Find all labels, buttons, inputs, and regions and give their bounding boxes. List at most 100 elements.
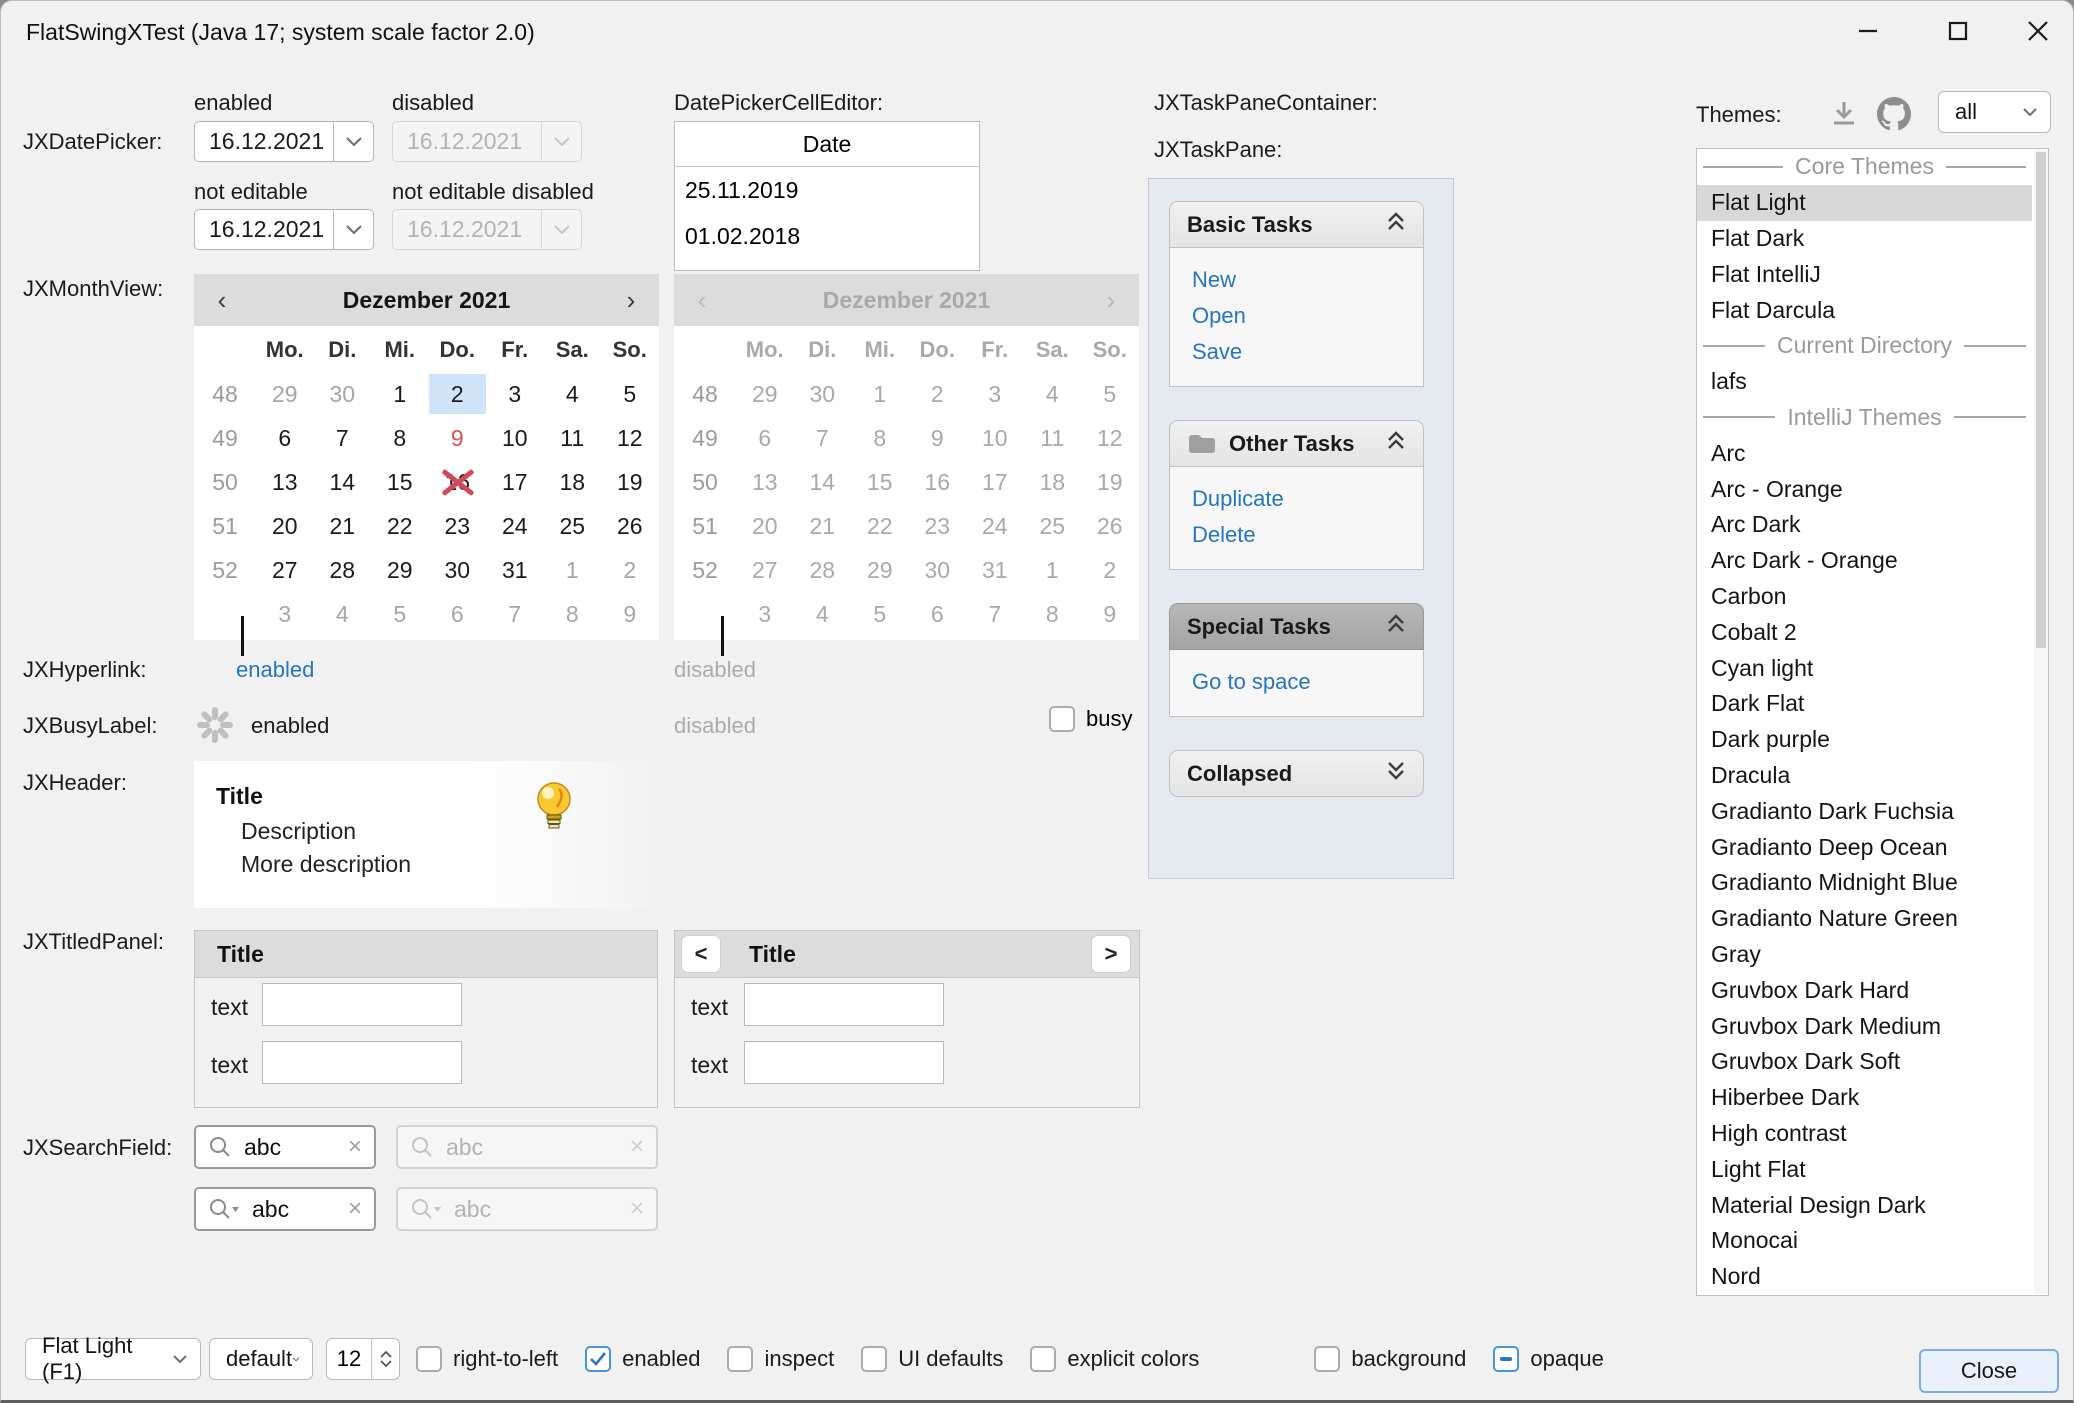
theme-list-item[interactable]: Flat Light — [1697, 185, 2032, 221]
theme-list-item[interactable]: Gradianto Midnight Blue — [1697, 865, 2032, 901]
theme-list-item[interactable]: Gradianto Dark Fuchsia — [1697, 793, 2032, 829]
calendar-day-cell[interactable]: 14 — [314, 462, 372, 502]
datepicker-enabled[interactable]: 16.12.2021 — [194, 121, 374, 162]
monthview-enabled[interactable]: ‹Dezember 2021›Mo.Di.Mi.Do.Fr.Sa.So.4829… — [194, 274, 659, 640]
previous-month-button[interactable]: ‹ — [194, 285, 250, 316]
theme-list-item[interactable]: Cyan light — [1697, 650, 2032, 686]
calendar-day-cell[interactable]: 30 — [314, 374, 372, 414]
theme-list-item[interactable]: Arc Dark — [1697, 507, 2032, 543]
checkbox-right-to-left[interactable]: right-to-left — [416, 1346, 558, 1372]
font-size-value[interactable]: 12 — [327, 1339, 371, 1379]
theme-list-item[interactable]: Carbon — [1697, 579, 2032, 615]
calendar-day-cell[interactable]: 5 — [371, 594, 429, 634]
titled-panel-text-input[interactable] — [262, 1041, 462, 1084]
calendar-day-cell[interactable]: 25 — [544, 506, 602, 546]
calendar-day-cell[interactable]: 7 — [486, 594, 544, 634]
theme-list-item[interactable]: Material Design Dark — [1697, 1187, 2032, 1223]
calendar-day-cell[interactable]: 22 — [371, 506, 429, 546]
search-menu-icon[interactable] — [208, 1197, 240, 1221]
datepicker-not-editable[interactable]: 16.12.2021 — [194, 209, 374, 250]
checkbox-background[interactable]: background — [1314, 1346, 1466, 1372]
calendar-day-cell[interactable]: 19 — [601, 462, 659, 502]
datepicker-enabled-value[interactable]: 16.12.2021 — [195, 128, 333, 155]
calendar-day-cell[interactable]: 8 — [371, 418, 429, 458]
titled-panel-prev-button[interactable]: < — [681, 935, 721, 973]
checkbox-box[interactable] — [727, 1346, 753, 1372]
calendar-day-cell[interactable]: 28 — [314, 550, 372, 590]
calendar-day-cell[interactable]: 4 — [314, 594, 372, 634]
close-button[interactable]: Close — [1919, 1349, 2059, 1393]
theme-list-item[interactable]: Gruvbox Dark Soft — [1697, 1044, 2032, 1080]
theme-list[interactable]: Core ThemesFlat LightFlat DarkFlat Intel… — [1696, 148, 2049, 1296]
theme-list-item[interactable]: Dark Flat — [1697, 686, 2032, 722]
titled-panel-text-input[interactable] — [262, 983, 462, 1026]
calendar-day-cell[interactable]: 29 — [371, 550, 429, 590]
calendar-day-cell[interactable]: 10 — [486, 418, 544, 458]
calendar-day-cell[interactable]: 5 — [601, 374, 659, 414]
task-link[interactable]: Go to space — [1192, 664, 1423, 700]
calendar-day-cell[interactable]: 27 — [256, 550, 314, 590]
checkbox-box[interactable] — [416, 1346, 442, 1372]
task-link[interactable]: Duplicate — [1192, 481, 1423, 517]
titled-panel-next-button[interactable]: > — [1091, 935, 1131, 973]
calendar-day-cell[interactable]: 18 — [544, 462, 602, 502]
calendar-day-cell[interactable]: 2 — [429, 374, 487, 414]
minimize-button[interactable] — [1837, 9, 1899, 53]
task-link[interactable]: Delete — [1192, 517, 1423, 553]
theme-list-item[interactable]: Nord — [1697, 1259, 2032, 1295]
calendar-day-cell[interactable]: 29 — [256, 374, 314, 414]
themes-filter-combo[interactable]: all — [1938, 91, 2051, 133]
calendar-day-cell[interactable]: 17 — [486, 462, 544, 502]
checkbox-explicit-colors[interactable]: explicit colors — [1030, 1346, 1199, 1372]
calendar-day-cell[interactable]: 9 — [601, 594, 659, 634]
calendar-day-cell[interactable]: 7 — [314, 418, 372, 458]
theme-list-item[interactable]: Dark purple — [1697, 722, 2032, 758]
calendar-day-cell[interactable]: 11 — [544, 418, 602, 458]
maximize-button[interactable] — [1927, 9, 1989, 53]
scrollbar-track[interactable] — [2034, 150, 2048, 1294]
calendar-day-cell[interactable]: 3 — [256, 594, 314, 634]
titled-panel-text-input[interactable] — [744, 983, 944, 1026]
calendar-day-cell[interactable]: 23 — [429, 506, 487, 546]
calendar-day-cell[interactable]: 31 — [486, 550, 544, 590]
checkbox-box[interactable] — [1493, 1346, 1519, 1372]
task-link[interactable]: Open — [1192, 298, 1423, 334]
calendar-day-cell[interactable]: 12 — [601, 418, 659, 458]
datepicker-enabled-dropdown-button[interactable] — [333, 122, 373, 161]
title-bar[interactable]: FlatSwingXTest (Java 17; system scale fa… — [1, 1, 2073, 61]
laf-combo[interactable]: Flat Light (F1) — [25, 1338, 201, 1380]
theme-list-item[interactable]: Gradianto Nature Green — [1697, 901, 2032, 937]
theme-list-item[interactable]: lafs — [1697, 364, 2032, 400]
taskpane-header[interactable]: Other Tasks — [1169, 420, 1424, 467]
search-field-enabled[interactable]: abc × — [194, 1125, 376, 1169]
checkbox-box[interactable] — [1314, 1346, 1340, 1372]
checkbox-enabled[interactable]: enabled — [585, 1346, 700, 1372]
checkbox-box[interactable] — [861, 1346, 887, 1372]
theme-list-item[interactable]: Arc Dark - Orange — [1697, 543, 2032, 579]
theme-list-item[interactable]: Arc - Orange — [1697, 471, 2032, 507]
download-themes-button[interactable] — [1829, 99, 1859, 134]
calendar-day-cell[interactable]: 6 — [429, 594, 487, 634]
theme-list-item[interactable]: Light Flat — [1697, 1151, 2032, 1187]
calendar-day-cell[interactable]: 2 — [601, 550, 659, 590]
titled-panel-text-input[interactable] — [744, 1041, 944, 1084]
close-window-button[interactable] — [2007, 9, 2069, 53]
checkbox-ui-defaults[interactable]: UI defaults — [861, 1346, 1003, 1372]
calendar-day-cell[interactable]: 24 — [486, 506, 544, 546]
table-row[interactable]: 25.11.2019 — [675, 167, 979, 213]
taskpane-header[interactable]: Basic Tasks — [1169, 201, 1424, 248]
cell-editor-table[interactable]: Date 25.11.2019 01.02.2018 — [674, 121, 980, 271]
calendar-day-cell[interactable]: 16 — [429, 462, 487, 502]
search-field-with-menu-enabled[interactable]: abc × — [194, 1187, 376, 1231]
theme-list-item[interactable]: Gradianto Deep Ocean — [1697, 829, 2032, 865]
hyperlink-enabled[interactable]: enabled — [236, 657, 314, 683]
calendar-day-cell[interactable]: 9 — [429, 418, 487, 458]
calendar-day-cell[interactable]: 21 — [314, 506, 372, 546]
table-column-header[interactable]: Date — [675, 122, 979, 167]
calendar-day-cell[interactable]: 26 — [601, 506, 659, 546]
search-input[interactable]: abc — [232, 1134, 348, 1161]
taskpane-header[interactable]: Special Tasks — [1169, 603, 1424, 650]
next-month-button[interactable]: › — [603, 285, 659, 316]
theme-list-item[interactable]: Flat Dark — [1697, 221, 2032, 257]
scrollbar-thumb[interactable] — [2036, 152, 2046, 648]
